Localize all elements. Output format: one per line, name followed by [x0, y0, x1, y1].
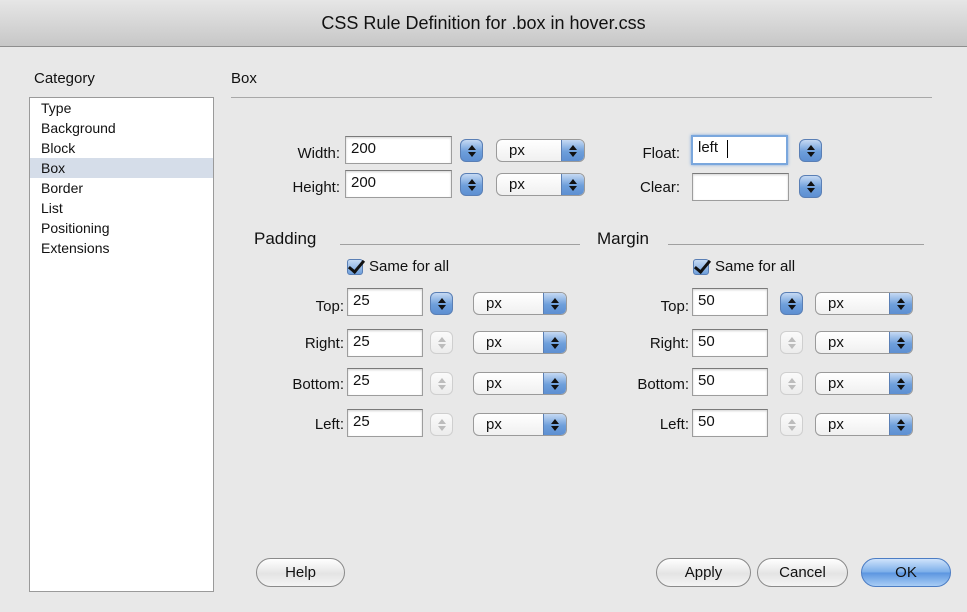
- help-button[interactable]: Help: [256, 558, 345, 587]
- height-field[interactable]: 200: [345, 170, 452, 198]
- margin-bottom-field: 50: [692, 368, 768, 396]
- padding-right-unit-value: px: [486, 334, 502, 351]
- padding-right-unit-select[interactable]: px: [473, 331, 567, 354]
- margin-bottom-unit-select[interactable]: px: [815, 372, 913, 395]
- margin-divider: [668, 244, 924, 245]
- category-label: Category: [34, 70, 95, 87]
- padding-same-for-all-label: Same for all: [369, 258, 450, 275]
- width-unit-select[interactable]: px: [496, 139, 585, 162]
- checkbox-checked-icon[interactable]: [693, 258, 709, 275]
- float-label: Float:: [642, 145, 680, 162]
- chevron-updown-icon: [543, 293, 566, 314]
- category-item-block[interactable]: Block: [30, 138, 213, 158]
- padding-right-label: Right:: [304, 335, 344, 352]
- padding-top-unit-value: px: [486, 295, 502, 312]
- height-unit-value: px: [509, 176, 525, 193]
- padding-right-stepper: [430, 331, 453, 354]
- margin-right-stepper: [780, 331, 803, 354]
- width-stepper[interactable]: [460, 139, 483, 162]
- margin-same-for-all-label: Same for all: [715, 258, 796, 275]
- section-divider: [231, 97, 932, 98]
- margin-title: Margin: [597, 229, 649, 248]
- clear-field[interactable]: [692, 173, 789, 201]
- padding-top-stepper[interactable]: [430, 292, 453, 315]
- chevron-updown-icon: [543, 373, 566, 394]
- padding-right-field: 25: [347, 329, 423, 357]
- chevron-updown-icon: [561, 174, 584, 195]
- category-list[interactable]: Type Background Block Box Border List Po…: [29, 97, 214, 592]
- width-unit-value: px: [509, 142, 525, 159]
- chevron-updown-icon: [543, 332, 566, 353]
- margin-bottom-label: Bottom:: [637, 376, 689, 393]
- margin-top-label: Top:: [660, 298, 689, 315]
- margin-left-stepper: [780, 413, 803, 436]
- category-item-background[interactable]: Background: [30, 118, 213, 138]
- margin-right-unit-value: px: [828, 334, 844, 351]
- category-item-extensions[interactable]: Extensions: [30, 238, 213, 258]
- margin-right-unit-select[interactable]: px: [815, 331, 913, 354]
- clear-stepper[interactable]: [799, 175, 822, 198]
- chevron-updown-icon: [561, 140, 584, 161]
- width-label: Width:: [297, 145, 340, 162]
- ok-button[interactable]: OK: [861, 558, 951, 587]
- chevron-updown-icon: [889, 414, 912, 435]
- category-item-box[interactable]: Box: [30, 158, 213, 178]
- margin-bottom-unit-value: px: [828, 375, 844, 392]
- padding-top-unit-select[interactable]: px: [473, 292, 567, 315]
- height-unit-select[interactable]: px: [496, 173, 585, 196]
- category-item-positioning[interactable]: Positioning: [30, 218, 213, 238]
- padding-left-label: Left:: [314, 416, 344, 433]
- chevron-updown-icon: [889, 293, 912, 314]
- category-item-type[interactable]: Type: [30, 98, 213, 118]
- title-bar: CSS Rule Definition for .box in hover.cs…: [0, 0, 967, 47]
- margin-top-unit-select[interactable]: px: [815, 292, 913, 315]
- margin-same-for-all[interactable]: Same for all: [693, 258, 795, 275]
- margin-top-field[interactable]: 50: [692, 288, 768, 316]
- margin-left-unit-value: px: [828, 416, 844, 433]
- apply-button[interactable]: Apply: [656, 558, 751, 587]
- padding-divider: [340, 244, 580, 245]
- chevron-updown-icon: [543, 414, 566, 435]
- margin-left-unit-select[interactable]: px: [815, 413, 913, 436]
- css-rule-dialog: CSS Rule Definition for .box in hover.cs…: [0, 0, 967, 612]
- chevron-updown-icon: [889, 332, 912, 353]
- margin-right-field: 50: [692, 329, 768, 357]
- padding-bottom-unit-value: px: [486, 375, 502, 392]
- margin-left-field: 50: [692, 409, 768, 437]
- padding-left-unit-select[interactable]: px: [473, 413, 567, 436]
- clear-label: Clear:: [639, 179, 680, 196]
- margin-left-label: Left:: [659, 416, 689, 433]
- padding-bottom-label: Bottom:: [292, 376, 344, 393]
- category-item-border[interactable]: Border: [30, 178, 213, 198]
- margin-top-unit-value: px: [828, 295, 844, 312]
- cancel-button[interactable]: Cancel: [757, 558, 848, 587]
- padding-same-for-all[interactable]: Same for all: [347, 258, 449, 275]
- padding-left-unit-value: px: [486, 416, 502, 433]
- chevron-updown-icon: [889, 373, 912, 394]
- float-stepper[interactable]: [799, 139, 822, 162]
- window-title: CSS Rule Definition for .box in hover.cs…: [321, 12, 646, 33]
- float-field[interactable]: left: [691, 135, 788, 165]
- section-title: Box: [231, 70, 257, 87]
- padding-bottom-stepper: [430, 372, 453, 395]
- padding-left-stepper: [430, 413, 453, 436]
- padding-bottom-field: 25: [347, 368, 423, 396]
- padding-title: Padding: [254, 229, 317, 248]
- height-stepper[interactable]: [460, 173, 483, 196]
- padding-left-field: 25: [347, 409, 423, 437]
- margin-right-label: Right:: [649, 335, 689, 352]
- height-label: Height:: [292, 179, 340, 196]
- width-field[interactable]: 200: [345, 136, 452, 164]
- padding-top-field[interactable]: 25: [347, 288, 423, 316]
- checkbox-checked-icon[interactable]: [347, 258, 363, 275]
- category-item-list[interactable]: List: [30, 198, 213, 218]
- margin-top-stepper[interactable]: [780, 292, 803, 315]
- padding-top-label: Top:: [315, 298, 344, 315]
- margin-bottom-stepper: [780, 372, 803, 395]
- padding-bottom-unit-select[interactable]: px: [473, 372, 567, 395]
